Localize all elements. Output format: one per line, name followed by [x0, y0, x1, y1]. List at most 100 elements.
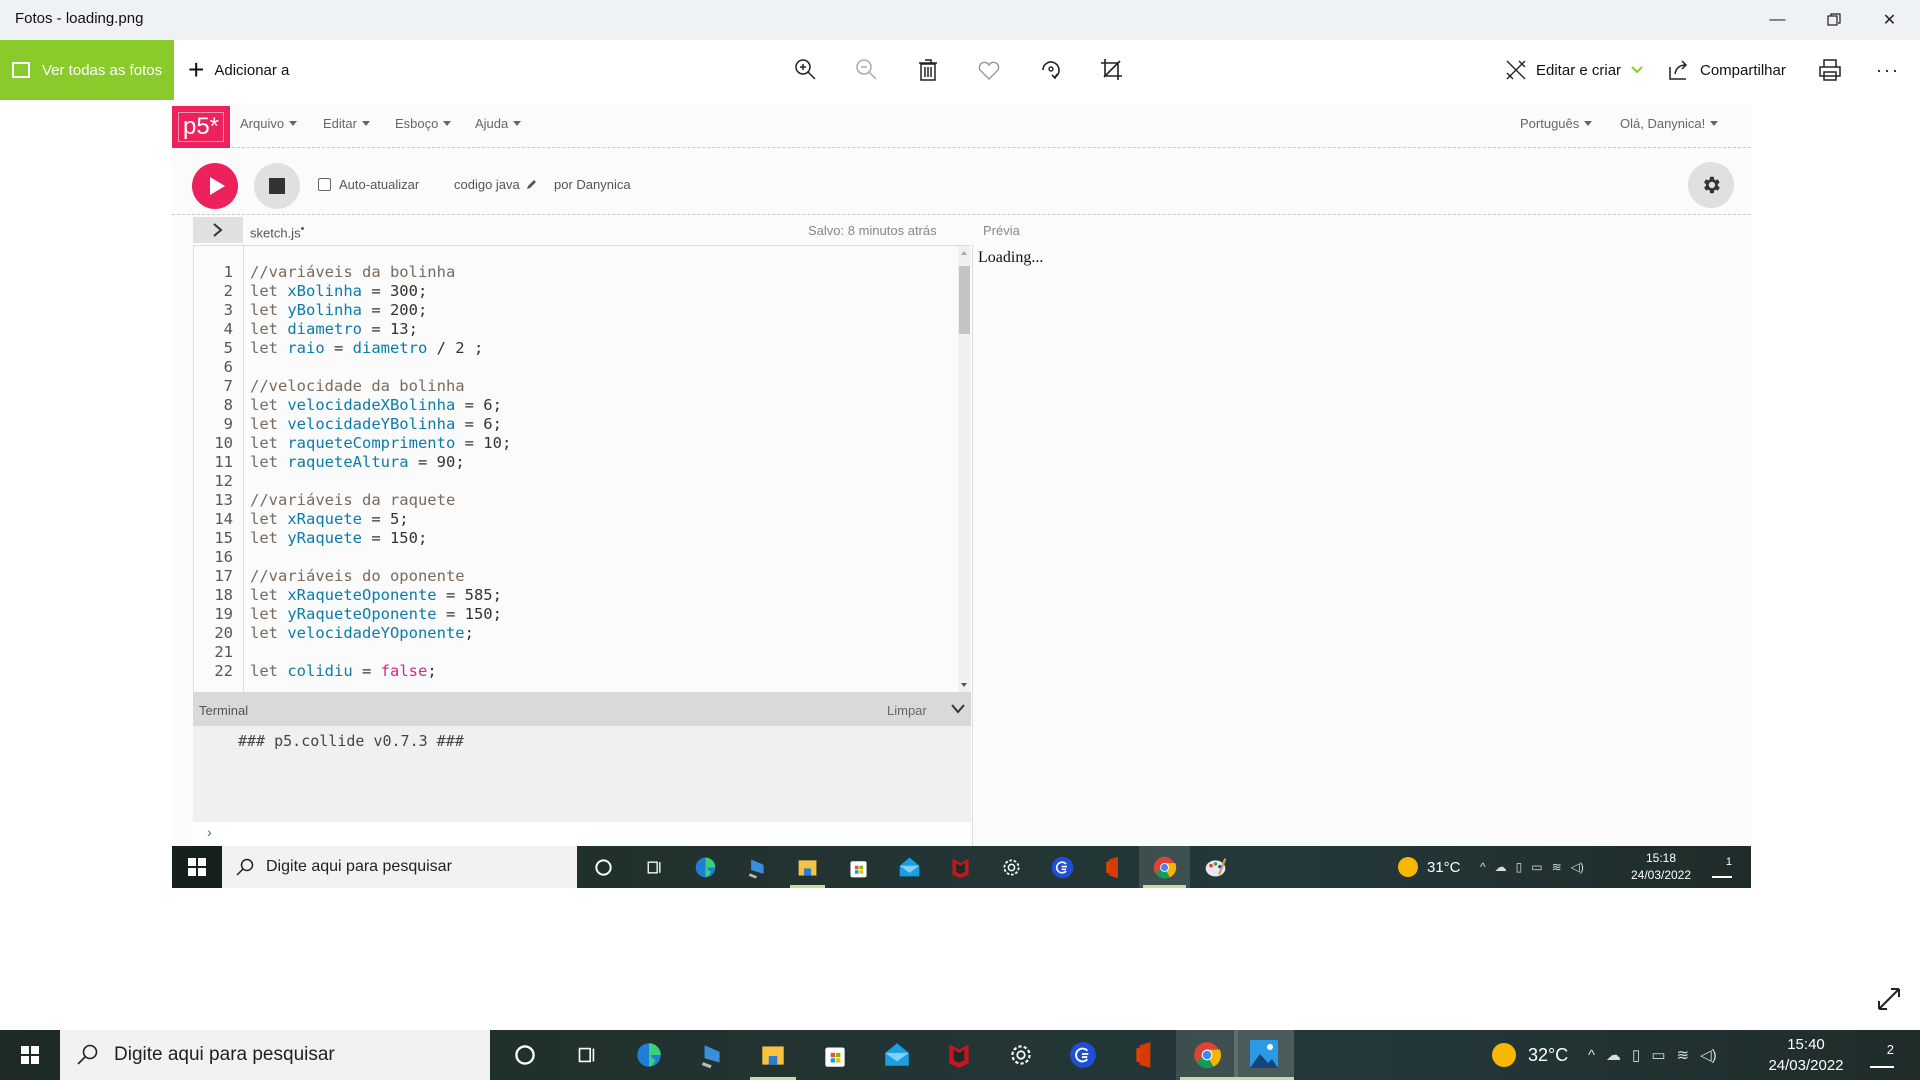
code-line[interactable]: //variáveis da raquete: [250, 491, 455, 510]
weather-widget[interactable]: 32°C: [1492, 1030, 1568, 1080]
store-taskbar-button[interactable]: [804, 1030, 866, 1080]
code-token: let: [250, 586, 288, 604]
settings-button[interactable]: [1688, 162, 1734, 208]
delete-icon: [919, 59, 937, 81]
user-menu[interactable]: Olá, Danynica!: [1620, 116, 1719, 131]
code-line[interactable]: let xRaquete = 5;: [250, 510, 409, 529]
windows-logo-icon: [188, 858, 206, 876]
edit-create-button[interactable]: Editar e criar: [1504, 40, 1643, 100]
print-button[interactable]: [1812, 52, 1848, 88]
more-options-button[interactable]: ···: [1876, 40, 1900, 100]
mcafee-taskbar-button[interactable]: [928, 1030, 990, 1080]
menu-sketch[interactable]: Esboço: [395, 116, 452, 131]
code-line[interactable]: let colidiu = false;: [250, 662, 437, 681]
favorite-button[interactable]: [971, 52, 1007, 88]
task-view-icon: [647, 860, 661, 874]
meet-icon[interactable]: ▯: [1632, 1046, 1640, 1064]
code-line[interactable]: //variáveis da bolinha: [250, 263, 455, 282]
code-token: raqueteAltura: [287, 453, 409, 471]
language-menu[interactable]: Português: [1520, 116, 1593, 131]
caret-down-icon: [289, 121, 298, 126]
code-line[interactable]: let yBolinha = 200;: [250, 301, 427, 320]
file-explorer-icon: [762, 1046, 784, 1065]
chrome-taskbar-button[interactable]: [1176, 1030, 1238, 1080]
menu-help[interactable]: Ajuda: [475, 116, 522, 131]
code-line[interactable]: //velocidade da bolinha: [250, 377, 465, 396]
line-number: 2: [223, 282, 233, 300]
collapse-chevron-icon[interactable]: [951, 703, 965, 715]
code-token: = 10;: [455, 434, 512, 452]
code-line[interactable]: let xBolinha = 300;: [250, 282, 427, 301]
close-button[interactable]: ✕: [1862, 0, 1917, 40]
scroll-down-arrow-icon[interactable]: [961, 683, 967, 687]
menu-edit[interactable]: Editar: [323, 116, 370, 131]
code-line[interactable]: let yRaqueteOponente = 150;: [250, 605, 502, 624]
taskbar-clock[interactable]: 15:40 24/03/2022: [1764, 1034, 1848, 1076]
code-line[interactable]: let velocidadeYOponente;: [250, 624, 474, 643]
terminal-input[interactable]: ›: [193, 822, 971, 846]
code-line[interactable]: let raqueteComprimento = 10;: [250, 434, 511, 453]
crop-button[interactable]: [1094, 52, 1130, 88]
settings-taskbar-button[interactable]: [990, 1030, 1052, 1080]
cortana-taskbar-button[interactable]: [494, 1030, 556, 1080]
inner-search-box: Digite aqui para pesquisar: [222, 846, 577, 888]
code-line[interactable]: //variáveis do oponente: [250, 567, 465, 586]
code-line[interactable]: let velocidadeXBolinha = 6;: [250, 396, 502, 415]
scrollbar-thumb[interactable]: [959, 266, 970, 334]
share-button[interactable]: Compartilhar: [1668, 40, 1786, 100]
minimize-button[interactable]: —: [1750, 0, 1805, 40]
cloud-error-icon[interactable]: ☁: [1606, 1046, 1621, 1064]
fullscreen-expand-icon[interactable]: [1876, 986, 1902, 1012]
sidebar-toggle-button[interactable]: [193, 217, 243, 243]
volume-icon[interactable]: ◁): [1700, 1046, 1717, 1064]
start-button[interactable]: [0, 1030, 60, 1080]
rotate-button[interactable]: [1033, 52, 1069, 88]
code-line[interactable]: let velocidadeYBolinha = 6;: [250, 415, 502, 434]
code-token: //variáveis da bolinha: [250, 263, 456, 281]
battery-icon[interactable]: ▭: [1651, 1046, 1665, 1064]
code-line[interactable]: let xRaqueteOponente = 585;: [250, 586, 502, 605]
code-line[interactable]: let diametro = 13;: [250, 320, 418, 339]
auto-refresh-checkbox[interactable]: Auto-atualizar: [318, 177, 419, 192]
sketch-name[interactable]: codigo java: [454, 177, 537, 192]
edit-create-icon: [1506, 60, 1526, 80]
menu-file[interactable]: Arquivo: [240, 116, 298, 131]
remote-desktop-taskbar-button[interactable]: [680, 1030, 742, 1080]
code-line[interactable]: let yRaquete = 150;: [250, 529, 427, 548]
restore-icon: [1826, 13, 1841, 26]
zoom-out-button[interactable]: [849, 52, 885, 88]
terminal-clear-button[interactable]: Limpar: [887, 703, 927, 718]
code-editor[interactable]: 1 2 3 4 5 6 7 8 9 10 11 12 13 14 15 16 17 18 19 20 21 22 //va…: [193, 245, 970, 692]
file-explorer-taskbar-button[interactable]: [742, 1030, 804, 1080]
add-to-button[interactable]: + Adicionar a: [188, 40, 289, 100]
settings-taskbar-button: [986, 846, 1037, 888]
cortana-icon: [595, 858, 612, 876]
chevron-up-icon[interactable]: ^: [1588, 1047, 1595, 1064]
maximize-button[interactable]: [1806, 0, 1861, 40]
inner-weather: 31°C: [1398, 846, 1461, 888]
play-button[interactable]: [192, 163, 238, 209]
checkbox[interactable]: [318, 178, 331, 191]
see-all-photos-button[interactable]: Ver todas as fotos: [0, 40, 174, 100]
office-icon: [1136, 1042, 1151, 1068]
code-line[interactable]: let raqueteAltura = 90;: [250, 453, 465, 472]
wifi-icon[interactable]: ≋: [1677, 1046, 1690, 1064]
zoom-in-button[interactable]: [788, 52, 824, 88]
p5-logo[interactable]: p5*: [172, 106, 230, 148]
editor-scrollbar[interactable]: [958, 246, 970, 692]
search-app-taskbar-button[interactable]: [1052, 1030, 1114, 1080]
stop-button[interactable]: [254, 163, 300, 209]
office-taskbar-button[interactable]: [1114, 1030, 1176, 1080]
mail-taskbar-button[interactable]: [866, 1030, 928, 1080]
taskbar-search-box[interactable]: Digite aqui para pesquisar: [60, 1030, 490, 1080]
code-line[interactable]: let raio = diametro / 2 ;: [250, 339, 483, 358]
task-view-taskbar-button[interactable]: [556, 1030, 618, 1080]
notifications-icon[interactable]: 2: [1870, 1042, 1894, 1068]
delete-button[interactable]: [910, 52, 946, 88]
edge-taskbar-button[interactable]: [618, 1030, 680, 1080]
title-bar: Fotos - loading.png — ✕: [0, 0, 1920, 40]
photos-app-button[interactable]: [1234, 1030, 1294, 1080]
file-tab-sketch-js[interactable]: sketch.js•: [250, 223, 304, 240]
scroll-up-arrow-icon[interactable]: [961, 251, 967, 255]
chrome-icon: [1194, 1042, 1222, 1069]
